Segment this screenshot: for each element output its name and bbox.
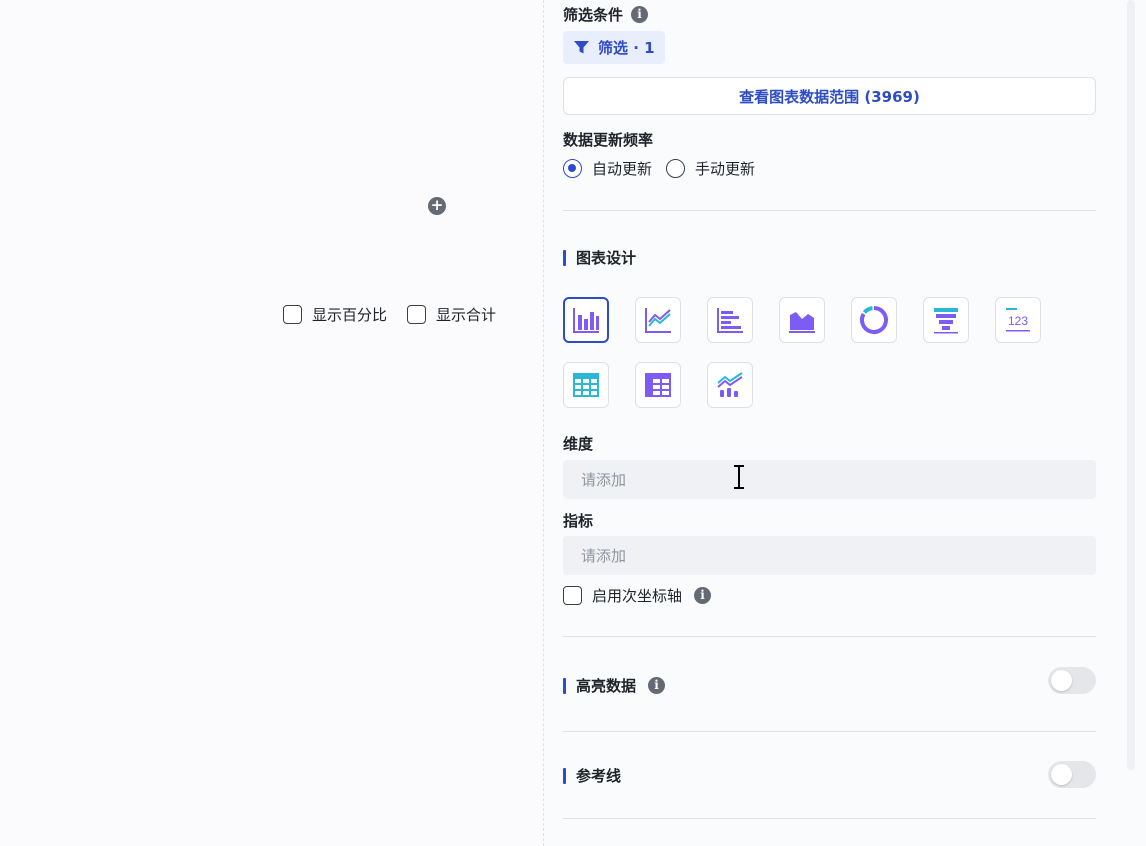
section-divider (563, 636, 1096, 637)
update-frequency-title: 数据更新频率 (563, 131, 654, 149)
config-panel: 筛选条件 i 筛选 · 1 查看图表数据范围 (3969) 数据更新频率 自动更… (544, 0, 1124, 846)
chart-design-header: 图表设计 (563, 247, 636, 268)
info-icon[interactable]: i (648, 677, 666, 694)
show-total-checkbox[interactable] (407, 305, 427, 324)
highlight-toggle[interactable] (1048, 667, 1096, 694)
chart-type-area[interactable] (779, 297, 825, 343)
show-total-option[interactable]: 显示合计 (407, 304, 496, 325)
combo-chart-icon (717, 372, 743, 397)
chart-type-bar[interactable] (707, 297, 753, 343)
chart-type-line[interactable] (635, 297, 681, 343)
panel-scrollbar[interactable] (1127, 0, 1135, 770)
section-marker (563, 677, 566, 694)
reference-line-toggle[interactable] (1048, 761, 1096, 788)
secondary-axis-option[interactable]: 启用次坐标轴 i (563, 585, 712, 606)
show-total-label: 显示合计 (436, 306, 497, 324)
table-icon (573, 373, 599, 397)
metric-card-icon: 123 (1006, 308, 1030, 332)
filter-tag[interactable]: 筛选 · 1 (563, 31, 665, 64)
chart-type-grid: 123 (563, 297, 1041, 408)
radio-auto-update-label: 自动更新 (592, 160, 653, 178)
chart-canvas: + 显示百分比 显示合计 (0, 0, 543, 846)
show-percent-checkbox[interactable] (283, 305, 302, 324)
secondary-axis-checkbox[interactable] (563, 586, 582, 605)
radio-manual-update-circle[interactable] (666, 159, 686, 178)
section-marker (563, 767, 566, 784)
funnel-icon (574, 41, 589, 54)
line-chart-icon (645, 308, 671, 333)
text-cursor-icon (734, 465, 744, 489)
info-icon[interactable]: i (631, 6, 649, 23)
secondary-axis-label: 启用次坐标轴 (592, 587, 683, 605)
reference-line-header: 参考线 (563, 765, 621, 786)
dimension-placeholder: 请添加 (581, 471, 627, 489)
chart-type-pivot-table[interactable] (635, 362, 681, 408)
section-divider (563, 818, 1096, 819)
chart-type-table[interactable] (563, 362, 609, 408)
view-data-range-button[interactable]: 查看图表数据范围 (3969) (563, 77, 1096, 115)
metric-placeholder: 请添加 (581, 547, 627, 565)
view-data-range-label: 查看图表数据范围 (3969) (739, 87, 920, 106)
funnel-chart-icon (934, 308, 958, 334)
column-chart-icon (573, 308, 599, 333)
bar-chart-icon (717, 308, 743, 333)
chart-type-combo[interactable] (707, 362, 753, 408)
chart-type-column[interactable] (563, 297, 609, 343)
chart-type-metric[interactable]: 123 (995, 297, 1041, 343)
radio-manual-update-label: 手动更新 (695, 160, 756, 178)
plus-circle-icon[interactable]: + (428, 197, 446, 215)
section-marker (563, 249, 566, 266)
radio-manual-update[interactable]: 手动更新 (666, 158, 755, 179)
filter-section-title: 筛选条件 i (563, 4, 649, 25)
pivot-table-icon (645, 373, 671, 397)
section-divider (563, 731, 1096, 732)
show-percent-label: 显示百分比 (312, 306, 388, 324)
metric-title: 指标 (563, 512, 594, 530)
chart-type-funnel[interactable] (923, 297, 969, 343)
radio-auto-update[interactable]: 自动更新 (563, 158, 652, 179)
highlight-header: 高亮数据 i (563, 675, 666, 696)
svg-text:123: 123 (1008, 314, 1028, 328)
info-icon[interactable]: i (694, 587, 712, 604)
donut-chart-icon (860, 306, 888, 334)
reference-line-title: 参考线 (576, 767, 622, 785)
highlight-title: 高亮数据 (576, 677, 637, 695)
filter-tag-label: 筛选 · 1 (598, 39, 655, 57)
canvas-options: 显示百分比 显示合计 (283, 304, 496, 325)
show-percent-option[interactable]: 显示百分比 (283, 304, 387, 325)
dimension-title: 维度 (563, 435, 594, 453)
metric-field[interactable]: 请添加 (563, 536, 1096, 575)
chart-design-title: 图表设计 (576, 249, 637, 267)
section-divider (563, 210, 1096, 211)
radio-auto-update-circle[interactable] (563, 159, 582, 178)
chart-type-donut[interactable] (851, 297, 897, 343)
update-frequency-radio-group: 自动更新 手动更新 (563, 158, 755, 179)
dimension-field[interactable]: 请添加 (563, 460, 1096, 499)
filter-title: 筛选条件 (563, 6, 624, 24)
area-chart-icon (789, 312, 815, 333)
